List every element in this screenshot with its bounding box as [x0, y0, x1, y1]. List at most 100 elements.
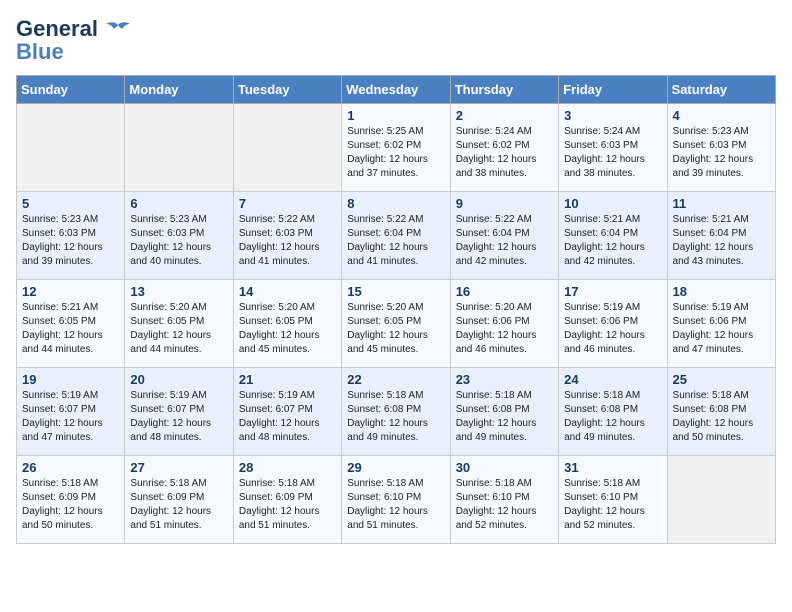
day-number: 24	[564, 372, 661, 387]
day-number: 1	[347, 108, 444, 123]
calendar-cell: 5 Sunrise: 5:23 AM Sunset: 6:03 PM Daylig…	[17, 191, 125, 279]
calendar-cell	[17, 103, 125, 191]
day-info: Sunrise: 5:22 AM Sunset: 6:04 PM Dayligh…	[456, 213, 553, 269]
calendar-cell: 9 Sunrise: 5:22 AM Sunset: 6:04 PM Daylig…	[450, 191, 558, 279]
day-number: 10	[564, 196, 661, 211]
day-info: Sunrise: 5:23 AM Sunset: 6:03 PM Dayligh…	[22, 213, 119, 269]
calendar-cell	[233, 103, 341, 191]
calendar-cell: 15Sunrise: 5:20 AM Sunset: 6:05 PM Dayli…	[342, 279, 450, 367]
day-info: Sunrise: 5:20 AM Sunset: 6:05 PM Dayligh…	[130, 301, 227, 357]
day-number: 26	[22, 460, 119, 475]
day-info: Sunrise: 5:18 AM Sunset: 6:09 PM Dayligh…	[239, 477, 336, 533]
day-number: 19	[22, 372, 119, 387]
calendar-cell: 27Sunrise: 5:18 AM Sunset: 6:09 PM Dayli…	[125, 455, 233, 543]
day-info: Sunrise: 5:25 AM Sunset: 6:02 PM Dayligh…	[347, 125, 444, 181]
day-number: 2	[456, 108, 553, 123]
calendar-cell: 17 Sunrise: 5:19 AM Sunset: 6:06 PM Dayli…	[559, 279, 667, 367]
calendar-cell: 4Sunrise: 5:23 AM Sunset: 6:03 PM Daylig…	[667, 103, 775, 191]
day-number: 12	[22, 284, 119, 299]
day-info: Sunrise: 5:19 AM Sunset: 6:07 PM Dayligh…	[239, 389, 336, 445]
calendar-cell: 16Sunrise: 5:20 AM Sunset: 6:06 PM Dayli…	[450, 279, 558, 367]
day-number: 23	[456, 372, 553, 387]
day-info: Sunrise: 5:19 AM Sunset: 6:07 PM Dayligh…	[130, 389, 227, 445]
day-number: 11	[673, 196, 770, 211]
day-number: 27	[130, 460, 227, 475]
calendar-cell: 26 Sunrise: 5:18 AM Sunset: 6:09 PM Dayli…	[17, 455, 125, 543]
calendar-week-5: 26 Sunrise: 5:18 AM Sunset: 6:09 PM Dayli…	[17, 455, 776, 543]
calendar-week-2: 5 Sunrise: 5:23 AM Sunset: 6:03 PM Daylig…	[17, 191, 776, 279]
day-number: 17	[564, 284, 661, 299]
header-tuesday: Tuesday	[233, 75, 341, 103]
day-info: Sunrise: 5:19 AM Sunset: 6:06 PM Dayligh…	[564, 301, 661, 357]
header-saturday: Saturday	[667, 75, 775, 103]
day-info: Sunrise: 5:18 AM Sunset: 6:09 PM Dayligh…	[22, 477, 119, 533]
day-number: 22	[347, 372, 444, 387]
logo-blue-text: Blue	[16, 39, 64, 65]
day-number: 14	[239, 284, 336, 299]
day-number: 7	[239, 196, 336, 211]
day-info: Sunrise: 5:18 AM Sunset: 6:08 PM Dayligh…	[564, 389, 661, 445]
header-thursday: Thursday	[450, 75, 558, 103]
day-number: 18	[673, 284, 770, 299]
header-wednesday: Wednesday	[342, 75, 450, 103]
calendar-cell: 28 Sunrise: 5:18 AM Sunset: 6:09 PM Dayli…	[233, 455, 341, 543]
logo-text: General	[16, 16, 98, 41]
day-number: 13	[130, 284, 227, 299]
calendar-week-3: 12 Sunrise: 5:21 AM Sunset: 6:05 PM Dayli…	[17, 279, 776, 367]
calendar-cell: 10Sunrise: 5:21 AM Sunset: 6:04 PM Dayli…	[559, 191, 667, 279]
day-info: Sunrise: 5:24 AM Sunset: 6:03 PM Dayligh…	[564, 125, 661, 181]
day-info: Sunrise: 5:21 AM Sunset: 6:04 PM Dayligh…	[673, 213, 770, 269]
day-number: 25	[673, 372, 770, 387]
day-number: 21	[239, 372, 336, 387]
calendar-cell: 6 Sunrise: 5:23 AM Sunset: 6:03 PM Daylig…	[125, 191, 233, 279]
calendar-cell: 11 Sunrise: 5:21 AM Sunset: 6:04 PM Dayli…	[667, 191, 775, 279]
calendar-cell	[667, 455, 775, 543]
day-number: 9	[456, 196, 553, 211]
day-number: 20	[130, 372, 227, 387]
day-info: Sunrise: 5:18 AM Sunset: 6:10 PM Dayligh…	[456, 477, 553, 533]
day-info: Sunrise: 5:18 AM Sunset: 6:10 PM Dayligh…	[564, 477, 661, 533]
header-row: Sunday Monday Tuesday Wednesday Thursday…	[17, 75, 776, 103]
day-info: Sunrise: 5:23 AM Sunset: 6:03 PM Dayligh…	[130, 213, 227, 269]
calendar-cell: 3 Sunrise: 5:24 AM Sunset: 6:03 PM Daylig…	[559, 103, 667, 191]
calendar-cell	[125, 103, 233, 191]
logo-bird-icon	[104, 21, 132, 43]
header-monday: Monday	[125, 75, 233, 103]
calendar-cell: 20 Sunrise: 5:19 AM Sunset: 6:07 PM Dayli…	[125, 367, 233, 455]
day-number: 28	[239, 460, 336, 475]
header-friday: Friday	[559, 75, 667, 103]
calendar-cell: 22 Sunrise: 5:18 AM Sunset: 6:08 PM Dayli…	[342, 367, 450, 455]
calendar-cell: 29Sunrise: 5:18 AM Sunset: 6:10 PM Dayli…	[342, 455, 450, 543]
calendar-header: Sunday Monday Tuesday Wednesday Thursday…	[17, 75, 776, 103]
day-number: 3	[564, 108, 661, 123]
calendar-cell: 18 Sunrise: 5:19 AM Sunset: 6:06 PM Dayli…	[667, 279, 775, 367]
calendar-cell: 1 Sunrise: 5:25 AM Sunset: 6:02 PM Daylig…	[342, 103, 450, 191]
day-number: 15	[347, 284, 444, 299]
day-number: 16	[456, 284, 553, 299]
day-info: Sunrise: 5:18 AM Sunset: 6:08 PM Dayligh…	[347, 389, 444, 445]
calendar-week-4: 19 Sunrise: 5:19 AM Sunset: 6:07 PM Dayli…	[17, 367, 776, 455]
day-info: Sunrise: 5:18 AM Sunset: 6:08 PM Dayligh…	[456, 389, 553, 445]
calendar-table: Sunday Monday Tuesday Wednesday Thursday…	[16, 75, 776, 544]
calendar-cell: 7Sunrise: 5:22 AM Sunset: 6:03 PM Daylig…	[233, 191, 341, 279]
calendar-cell: 14Sunrise: 5:20 AM Sunset: 6:05 PM Dayli…	[233, 279, 341, 367]
day-info: Sunrise: 5:24 AM Sunset: 6:02 PM Dayligh…	[456, 125, 553, 181]
calendar-cell: 25 Sunrise: 5:18 AM Sunset: 6:08 PM Dayli…	[667, 367, 775, 455]
calendar-cell: 21 Sunrise: 5:19 AM Sunset: 6:07 PM Dayli…	[233, 367, 341, 455]
page-header: General Blue	[16, 16, 776, 65]
calendar-cell: 31 Sunrise: 5:18 AM Sunset: 6:10 PM Dayli…	[559, 455, 667, 543]
calendar-cell: 19 Sunrise: 5:19 AM Sunset: 6:07 PM Dayli…	[17, 367, 125, 455]
day-info: Sunrise: 5:22 AM Sunset: 6:04 PM Dayligh…	[347, 213, 444, 269]
day-number: 31	[564, 460, 661, 475]
calendar-cell: 30 Sunrise: 5:18 AM Sunset: 6:10 PM Dayli…	[450, 455, 558, 543]
day-number: 30	[456, 460, 553, 475]
header-sunday: Sunday	[17, 75, 125, 103]
day-info: Sunrise: 5:23 AM Sunset: 6:03 PM Dayligh…	[673, 125, 770, 181]
day-info: Sunrise: 5:21 AM Sunset: 6:05 PM Dayligh…	[22, 301, 119, 357]
day-info: Sunrise: 5:18 AM Sunset: 6:08 PM Dayligh…	[673, 389, 770, 445]
day-number: 5	[22, 196, 119, 211]
calendar-cell: 24 Sunrise: 5:18 AM Sunset: 6:08 PM Dayli…	[559, 367, 667, 455]
day-info: Sunrise: 5:19 AM Sunset: 6:07 PM Dayligh…	[22, 389, 119, 445]
day-number: 6	[130, 196, 227, 211]
day-info: Sunrise: 5:19 AM Sunset: 6:06 PM Dayligh…	[673, 301, 770, 357]
